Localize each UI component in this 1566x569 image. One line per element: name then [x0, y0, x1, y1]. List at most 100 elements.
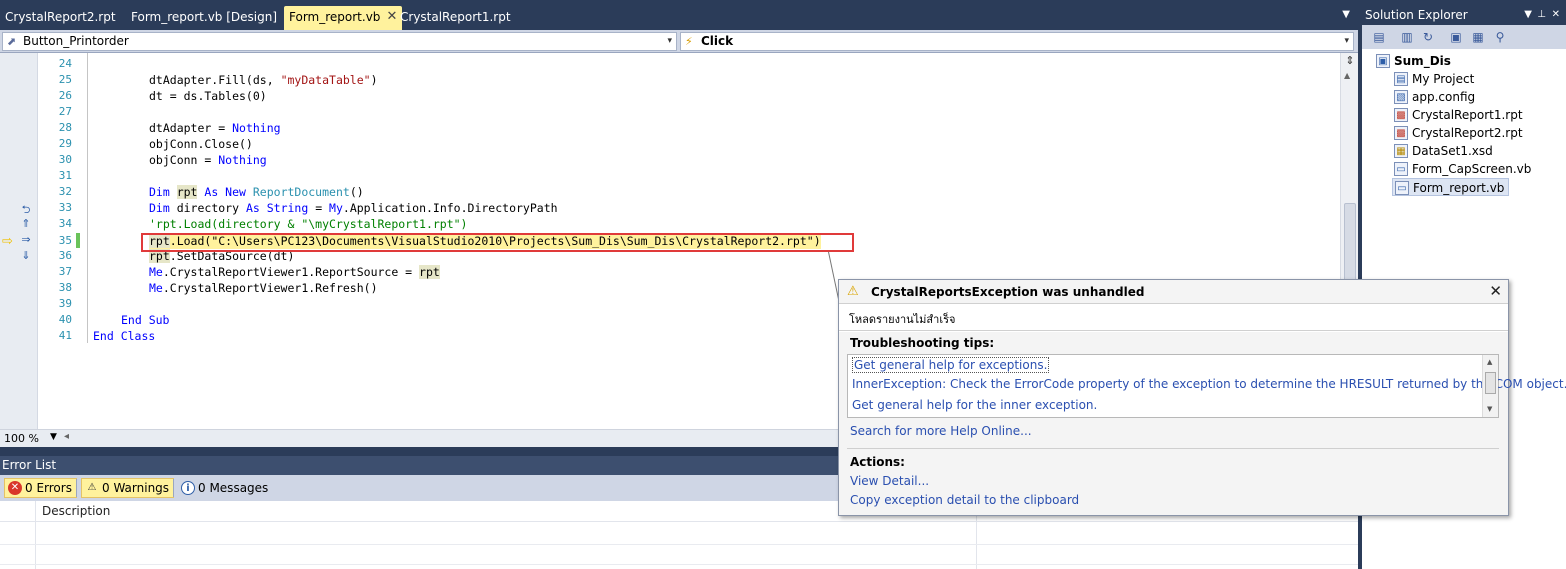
- code-token: objConn =: [149, 153, 219, 167]
- tip-link-inner-exception[interactable]: InnerException: Check the ErrorCode prop…: [852, 377, 1566, 391]
- document-tab-strip: CrystalReport2.rpt Form_report.vb [Desig…: [0, 0, 1358, 30]
- dataset-icon: ▦: [1394, 144, 1408, 158]
- class-diagram-icon[interactable]: ⚲: [1492, 29, 1508, 45]
- tree-label: Form_report.vb: [1413, 181, 1505, 195]
- report-icon: ▩: [1394, 126, 1408, 140]
- exception-message: โหลดรายงานไม่สำเร็จ: [839, 305, 1508, 331]
- troubleshooting-tips-list: Get general help for exceptions. InnerEx…: [847, 354, 1566, 418]
- warning-icon: ⚠: [847, 284, 859, 299]
- tab-overflow-dropdown-icon[interactable]: ▼: [1342, 9, 1350, 20]
- table-row: [0, 564, 1358, 565]
- tree-item-form-capscreen[interactable]: ▭ Form_CapScreen.vb: [1392, 160, 1531, 178]
- tab-crystalreport1[interactable]: CrystalReport1.rpt: [395, 6, 516, 28]
- button-object-icon: ⬈: [7, 35, 17, 48]
- errors-filter-button[interactable]: ✕ 0 Errors: [4, 478, 77, 498]
- tree-item-dataset1[interactable]: ▦ DataSet1.xsd: [1392, 142, 1493, 160]
- method-combo-value: Click: [701, 34, 734, 48]
- tip-link-general-help[interactable]: Get general help for exceptions.: [852, 357, 1050, 373]
- actions-heading: Actions:: [850, 455, 905, 469]
- tab-form-report-design[interactable]: Form_report.vb [Design]: [126, 6, 282, 28]
- tab-crystalreport2[interactable]: CrystalReport2.rpt: [0, 6, 121, 28]
- warnings-filter-button[interactable]: ⚠ 0 Warnings: [81, 478, 175, 498]
- table-row: [0, 544, 1358, 545]
- tree-item-form-report[interactable]: ▭ Form_report.vb: [1392, 178, 1510, 196]
- panel-title: Solution Explorer: [1365, 8, 1468, 22]
- chevron-down-icon[interactable]: ▼: [1524, 5, 1532, 25]
- pin-icon[interactable]: ⊥: [1537, 5, 1546, 25]
- tree-item-my-project[interactable]: ▤ My Project: [1392, 70, 1474, 88]
- solution-explorer-toolbar: ▤ ▥ ↻ ▣ ▦ ⚲: [1362, 25, 1566, 49]
- code-token: (): [349, 185, 364, 199]
- tree-label: CrystalReport1.rpt: [1412, 108, 1523, 122]
- tab-form-report-vb[interactable]: Form_report.vb ✕: [284, 6, 403, 30]
- folder-icon: ▤: [1394, 72, 1408, 86]
- code-keyword: Nothing: [232, 121, 281, 135]
- code-line: dt = ds.Tables(0): [149, 88, 267, 104]
- chevron-down-icon[interactable]: ▼: [50, 432, 57, 442]
- refresh-icon[interactable]: ↻: [1420, 29, 1436, 45]
- show-all-files-icon[interactable]: ▥: [1399, 29, 1415, 45]
- view-detail-link[interactable]: View Detail...: [850, 474, 929, 488]
- code-line: objConn.Close(): [149, 136, 253, 152]
- step-into-icon[interactable]: ⇓: [19, 249, 33, 262]
- tips-heading: Troubleshooting tips:: [850, 336, 995, 350]
- line-number: 35: [58, 234, 72, 247]
- warning-icon: ⚠: [87, 482, 97, 493]
- event-lightning-icon: ⚡: [685, 35, 693, 48]
- tree-label: DataSet1.xsd: [1412, 144, 1493, 158]
- exception-title: CrystalReportsException was unhandled: [871, 285, 1145, 299]
- report-icon: ▩: [1394, 108, 1408, 122]
- object-combo[interactable]: ⬈ Button_Printorder ▾: [2, 32, 677, 51]
- code-token: .CrystalReportViewer1.ReportSource =: [162, 265, 420, 279]
- error-icon: ✕: [8, 481, 22, 495]
- code-line: dtAdapter.Fill(ds, "myDataTable"): [149, 72, 378, 88]
- view-code-icon[interactable]: ▣: [1448, 29, 1464, 45]
- toolbar-separator: [76, 479, 77, 497]
- line-number: 31: [58, 169, 72, 182]
- tip-link-inner-help[interactable]: Get general help for the inner exception…: [852, 398, 1097, 412]
- config-icon: ▧: [1394, 90, 1408, 104]
- column-divider: [35, 501, 36, 569]
- code-keyword: End Class: [93, 329, 156, 343]
- step-out-icon[interactable]: ⇑: [19, 217, 33, 230]
- messages-filter-button[interactable]: i 0 Messages: [177, 478, 273, 498]
- zoom-level[interactable]: 100 %: [4, 432, 39, 445]
- line-number: 38: [58, 281, 72, 294]
- line-number: 32: [58, 185, 72, 198]
- code-keyword: Nothing: [218, 153, 267, 167]
- tree-label: Sum_Dis: [1394, 54, 1451, 68]
- line-number: 30: [58, 153, 72, 166]
- close-icon[interactable]: ✕: [1552, 5, 1560, 25]
- scroll-down-icon[interactable]: ▼: [1487, 405, 1492, 413]
- close-icon[interactable]: ✕: [1489, 282, 1502, 300]
- code-line: dtAdapter = Nothing: [149, 120, 281, 136]
- line-number: 24: [58, 57, 72, 70]
- code-string: "myDataTable": [280, 73, 371, 87]
- view-designer-icon[interactable]: ▦: [1470, 29, 1486, 45]
- tree-project-root[interactable]: ▣ Sum_Dis: [1374, 52, 1451, 70]
- column-description[interactable]: Description: [42, 504, 110, 518]
- tree-item-crystalreport2[interactable]: ▩ CrystalReport2.rpt: [1392, 124, 1523, 142]
- split-icon[interactable]: ⇕: [1343, 54, 1357, 68]
- tree-label: app.config: [1412, 90, 1476, 104]
- copy-exception-link[interactable]: Copy exception detail to the clipboard: [850, 493, 1079, 507]
- scroll-thumb[interactable]: [1485, 372, 1496, 394]
- method-combo[interactable]: ⚡ Click ▾: [680, 32, 1354, 51]
- line-number: 25: [58, 73, 72, 86]
- execution-pointer-icon[interactable]: ⇨: [2, 234, 13, 249]
- scroll-left-icon[interactable]: ◂: [64, 431, 69, 442]
- tree-item-crystalreport1[interactable]: ▩ CrystalReport1.rpt: [1392, 106, 1523, 124]
- info-icon: i: [181, 481, 195, 495]
- scroll-up-icon[interactable]: ▲: [1344, 71, 1350, 80]
- code-token: .Application.Info.DirectoryPath: [342, 201, 558, 215]
- tips-scrollbar[interactable]: ▲ ▼: [1482, 355, 1498, 417]
- line-number: 33: [58, 201, 72, 214]
- code-identifier: rpt: [419, 265, 440, 279]
- tree-item-app-config[interactable]: ▧ app.config: [1392, 88, 1475, 106]
- properties-icon[interactable]: ▤: [1371, 29, 1387, 45]
- search-help-online-link[interactable]: Search for more Help Online...: [850, 424, 1032, 438]
- code-keyword: As New: [197, 185, 253, 199]
- scroll-up-icon[interactable]: ▲: [1487, 358, 1492, 366]
- step-over-icon[interactable]: ⇒: [19, 233, 33, 246]
- tree-label: My Project: [1412, 72, 1475, 86]
